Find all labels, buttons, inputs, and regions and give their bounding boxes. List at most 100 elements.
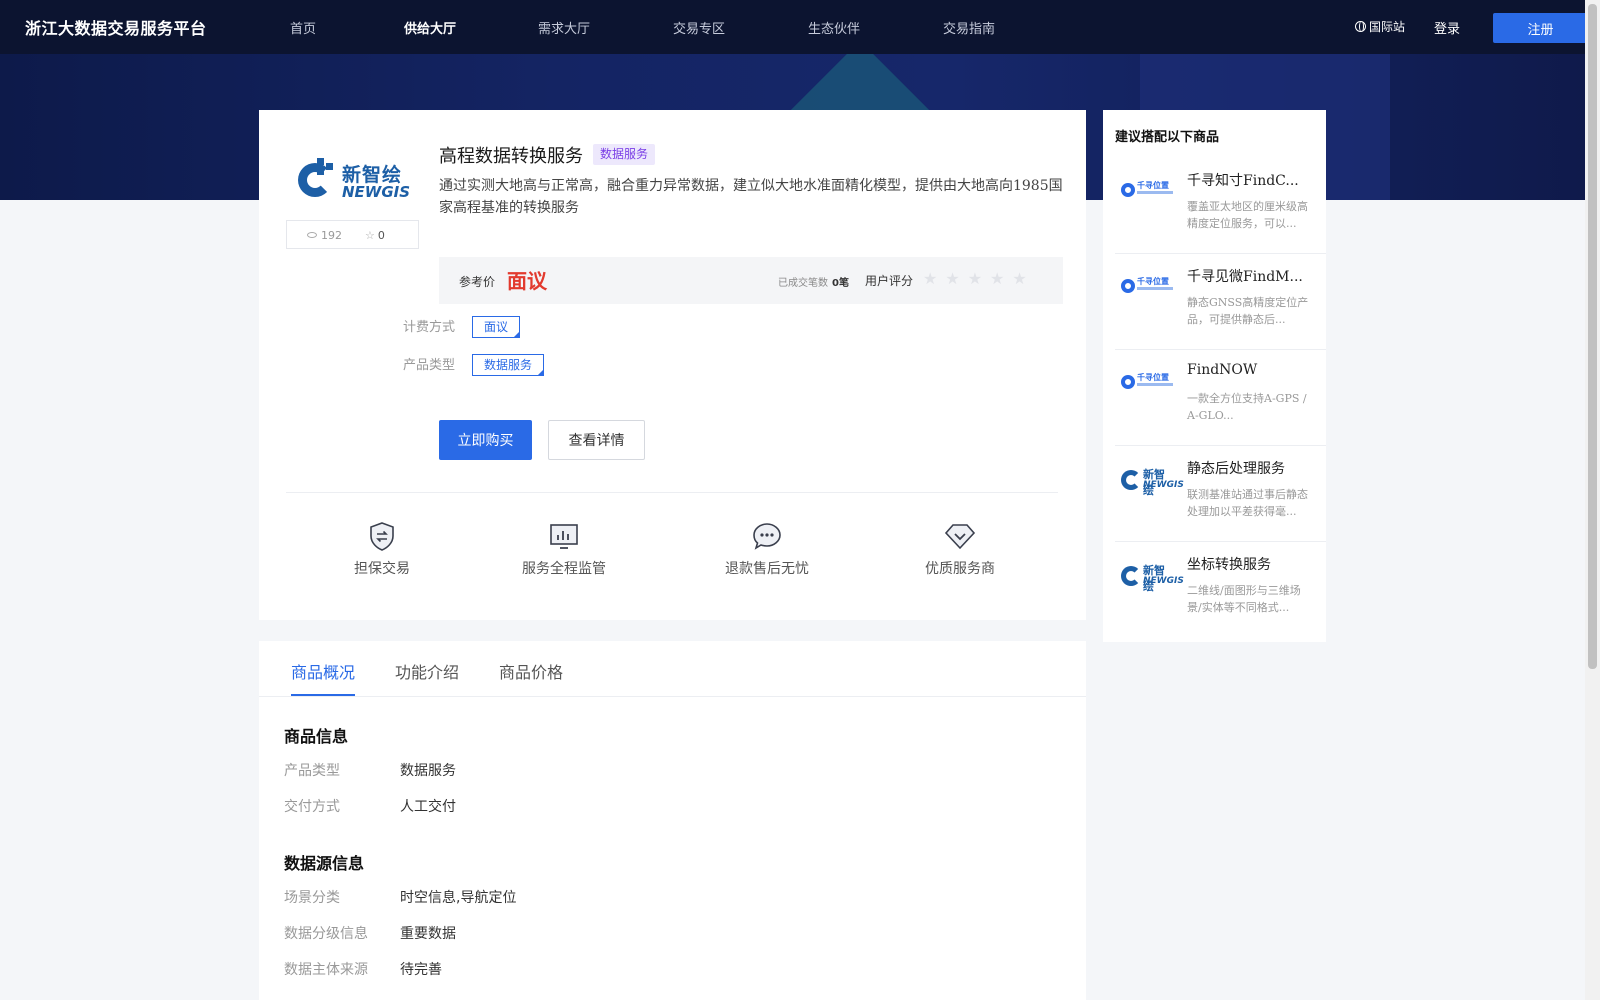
qianxun-logo: 千寻位置 bbox=[1121, 274, 1173, 304]
product-stats: 192 ☆ 0 bbox=[286, 220, 419, 249]
price-panel: 参考价 面议 已成交笔数 0笔 用户评分 ★★★★★ bbox=[439, 257, 1063, 304]
nav-trade-zone[interactable]: 交易专区 bbox=[673, 18, 725, 37]
recommendation-panel: 建议搭配以下商品 千寻位置 千寻知寸FindC... 覆盖亚太地区的厘米级高精度… bbox=[1103, 110, 1326, 642]
recommended-product-name: 坐标转换服务 bbox=[1187, 557, 1271, 573]
intl-site-link[interactable]: 国际站 bbox=[1355, 18, 1405, 35]
globe-icon bbox=[1355, 21, 1366, 32]
favorite-count-value: 0 bbox=[377, 229, 385, 242]
rating-star-icon: ★ bbox=[1012, 269, 1035, 288]
recommended-product-desc: 联测基准站通过事后静态处理加以平差获得毫... bbox=[1187, 488, 1308, 518]
info-key: 场景分类 bbox=[284, 890, 340, 906]
info-value: 数据服务 bbox=[400, 763, 456, 779]
recommendation-title: 建议搭配以下商品 bbox=[1115, 130, 1220, 145]
vendor-logo: 新智绘 NEWGIS bbox=[295, 158, 415, 204]
newgis-logo: 新智绘 NEWGIS bbox=[1121, 466, 1184, 497]
register-button[interactable]: 注册 bbox=[1493, 13, 1588, 43]
recommended-product-desc: 一款全方位支持A-GPS / A-GLO... bbox=[1187, 392, 1307, 422]
recommended-product[interactable]: 新智绘 NEWGIS 静态后处理服务 联测基准站通过事后静态处理加以平差获得毫..… bbox=[1115, 446, 1326, 542]
rating-star-icon: ★ bbox=[945, 269, 968, 288]
recommended-product-desc: 静态GNSS高精度定位产品，可提供静态后... bbox=[1187, 296, 1309, 326]
qianxun-logo: 千寻位置 bbox=[1121, 178, 1173, 208]
info-key: 数据主体来源 bbox=[284, 962, 368, 978]
login-link[interactable]: 登录 bbox=[1434, 18, 1460, 37]
feature-guarantee: 担保交易 bbox=[354, 520, 410, 578]
newgis-logo-mark bbox=[295, 158, 335, 198]
info-key: 数据分级信息 bbox=[284, 926, 368, 942]
view-details-button[interactable]: 查看详情 bbox=[548, 420, 645, 460]
price-label: 参考价 bbox=[459, 275, 496, 289]
logo-text-en: NEWGIS bbox=[342, 183, 411, 201]
nav-home[interactable]: 首页 bbox=[290, 18, 316, 37]
rating-label: 用户评分 bbox=[865, 274, 914, 288]
deal-count: 已成交笔数 0笔 bbox=[778, 274, 849, 289]
newgis-logo: 新智绘 NEWGIS bbox=[1121, 562, 1184, 593]
tab-features[interactable]: 功能介绍 bbox=[395, 659, 459, 683]
billing-label: 计费方式 bbox=[403, 320, 456, 335]
info-value: 待完善 bbox=[400, 962, 442, 978]
feature-label: 优质服务商 bbox=[925, 561, 995, 577]
recommended-product-desc: 二维线/面图形与三维场景/实体等不同格式... bbox=[1187, 584, 1301, 614]
product-type-label: 产品类型 bbox=[403, 358, 456, 373]
section-title-source-info: 数据源信息 bbox=[284, 854, 365, 873]
nav-demand-hall[interactable]: 需求大厅 bbox=[538, 18, 590, 37]
recommended-product-name: FindNOW bbox=[1187, 362, 1258, 378]
view-count: 192 bbox=[307, 229, 342, 242]
rating-star-icon: ★ bbox=[990, 269, 1013, 288]
feature-label: 服务全程监管 bbox=[522, 561, 606, 577]
nav-supply-hall[interactable]: 供给大厅 bbox=[404, 18, 456, 37]
info-value: 重要数据 bbox=[400, 926, 456, 942]
section-title-product-info: 商品信息 bbox=[284, 727, 349, 746]
info-value: 人工交付 bbox=[400, 799, 456, 815]
product-card: 新智绘 NEWGIS 192 ☆ 0 高程数据转换服务 数据服务 通过实测大地高与… bbox=[259, 110, 1086, 620]
product-detail-tabs: 商品概况 功能介绍 商品价格 商品信息 产品类型 数据服务 交付方式 人工交付 … bbox=[259, 641, 1086, 1000]
monitor-chart-icon bbox=[548, 520, 580, 552]
recommended-product[interactable]: 新智绘 NEWGIS 坐标转换服务 二维线/面图形与三维场景/实体等不同格式... bbox=[1115, 542, 1326, 638]
product-title: 高程数据转换服务 bbox=[439, 146, 583, 167]
rating-stars: ★★★★★ bbox=[923, 269, 1035, 288]
rating-star-icon: ★ bbox=[967, 269, 991, 288]
chat-bubble-icon bbox=[751, 520, 783, 552]
feature-label: 担保交易 bbox=[354, 561, 410, 577]
star-outline-icon: ☆ bbox=[365, 229, 375, 242]
page-scrollbar[interactable] bbox=[1585, 0, 1600, 1000]
feature-label: 退款售后无忧 bbox=[725, 561, 809, 577]
recommended-product-name: 千寻见微FindM... bbox=[1187, 269, 1303, 285]
rating-star-icon: ★ bbox=[923, 269, 946, 288]
tab-pricing[interactable]: 商品价格 bbox=[499, 659, 563, 683]
site-brand[interactable]: 浙江大数据交易服务平台 bbox=[25, 15, 207, 39]
favorite-count[interactable]: ☆ 0 bbox=[365, 229, 385, 242]
qianxun-logo: 千寻位置 bbox=[1121, 370, 1173, 400]
info-key: 交付方式 bbox=[284, 799, 340, 815]
intl-site-label: 国际站 bbox=[1369, 20, 1406, 34]
feature-supervision: 服务全程监管 bbox=[522, 520, 606, 578]
recommended-product-desc: 覆盖亚太地区的厘米级高精度定位服务，可以... bbox=[1187, 200, 1308, 230]
nav-trade-guide[interactable]: 交易指南 bbox=[943, 18, 995, 37]
active-tab-indicator bbox=[291, 694, 355, 696]
product-type-chip[interactable]: 数据服务 bbox=[472, 354, 545, 376]
nav-eco-partners[interactable]: 生态伙伴 bbox=[808, 18, 860, 37]
scrollbar-thumb[interactable] bbox=[1588, 4, 1597, 669]
divider bbox=[286, 492, 1058, 493]
recommended-product[interactable]: 千寻位置 千寻知寸FindC... 覆盖亚太地区的厘米级高精度定位服务，可以..… bbox=[1115, 158, 1326, 254]
tab-overview[interactable]: 商品概况 bbox=[291, 659, 355, 683]
buy-now-button[interactable]: 立即购买 bbox=[439, 420, 532, 460]
shield-exchange-icon bbox=[366, 520, 398, 552]
recommended-product[interactable]: 千寻位置 FindNOW 一款全方位支持A-GPS / A-GLO... bbox=[1115, 350, 1326, 446]
feature-refund: 退款售后无忧 bbox=[725, 520, 809, 578]
price-value: 面议 bbox=[507, 269, 547, 293]
product-description: 通过实测大地高与正常高，融合重力异常数据，建立似大地水准面精化模型，提供由大地高… bbox=[439, 178, 1063, 216]
feature-quality-provider: 优质服务商 bbox=[925, 520, 995, 578]
deal-count-value: 0笔 bbox=[832, 278, 849, 289]
info-key: 产品类型 bbox=[284, 763, 340, 779]
info-value: 时空信息,导航定位 bbox=[400, 890, 517, 906]
product-tag: 数据服务 bbox=[593, 144, 656, 165]
view-count-value: 192 bbox=[321, 229, 342, 242]
recommended-product[interactable]: 千寻位置 千寻见微FindM... 静态GNSS高精度定位产品，可提供静态后..… bbox=[1115, 254, 1326, 350]
top-navbar: 浙江大数据交易服务平台 首页 供给大厅 需求大厅 交易专区 生态伙伴 交易指南 … bbox=[0, 0, 1588, 54]
billing-option-chip[interactable]: 面议 bbox=[472, 316, 521, 338]
recommended-product-name: 千寻知寸FindC... bbox=[1187, 173, 1299, 189]
tab-divider bbox=[259, 696, 1086, 697]
recommended-product-name: 静态后处理服务 bbox=[1187, 461, 1285, 477]
eye-icon bbox=[307, 232, 317, 238]
deal-count-label: 已成交笔数 bbox=[778, 278, 828, 289]
